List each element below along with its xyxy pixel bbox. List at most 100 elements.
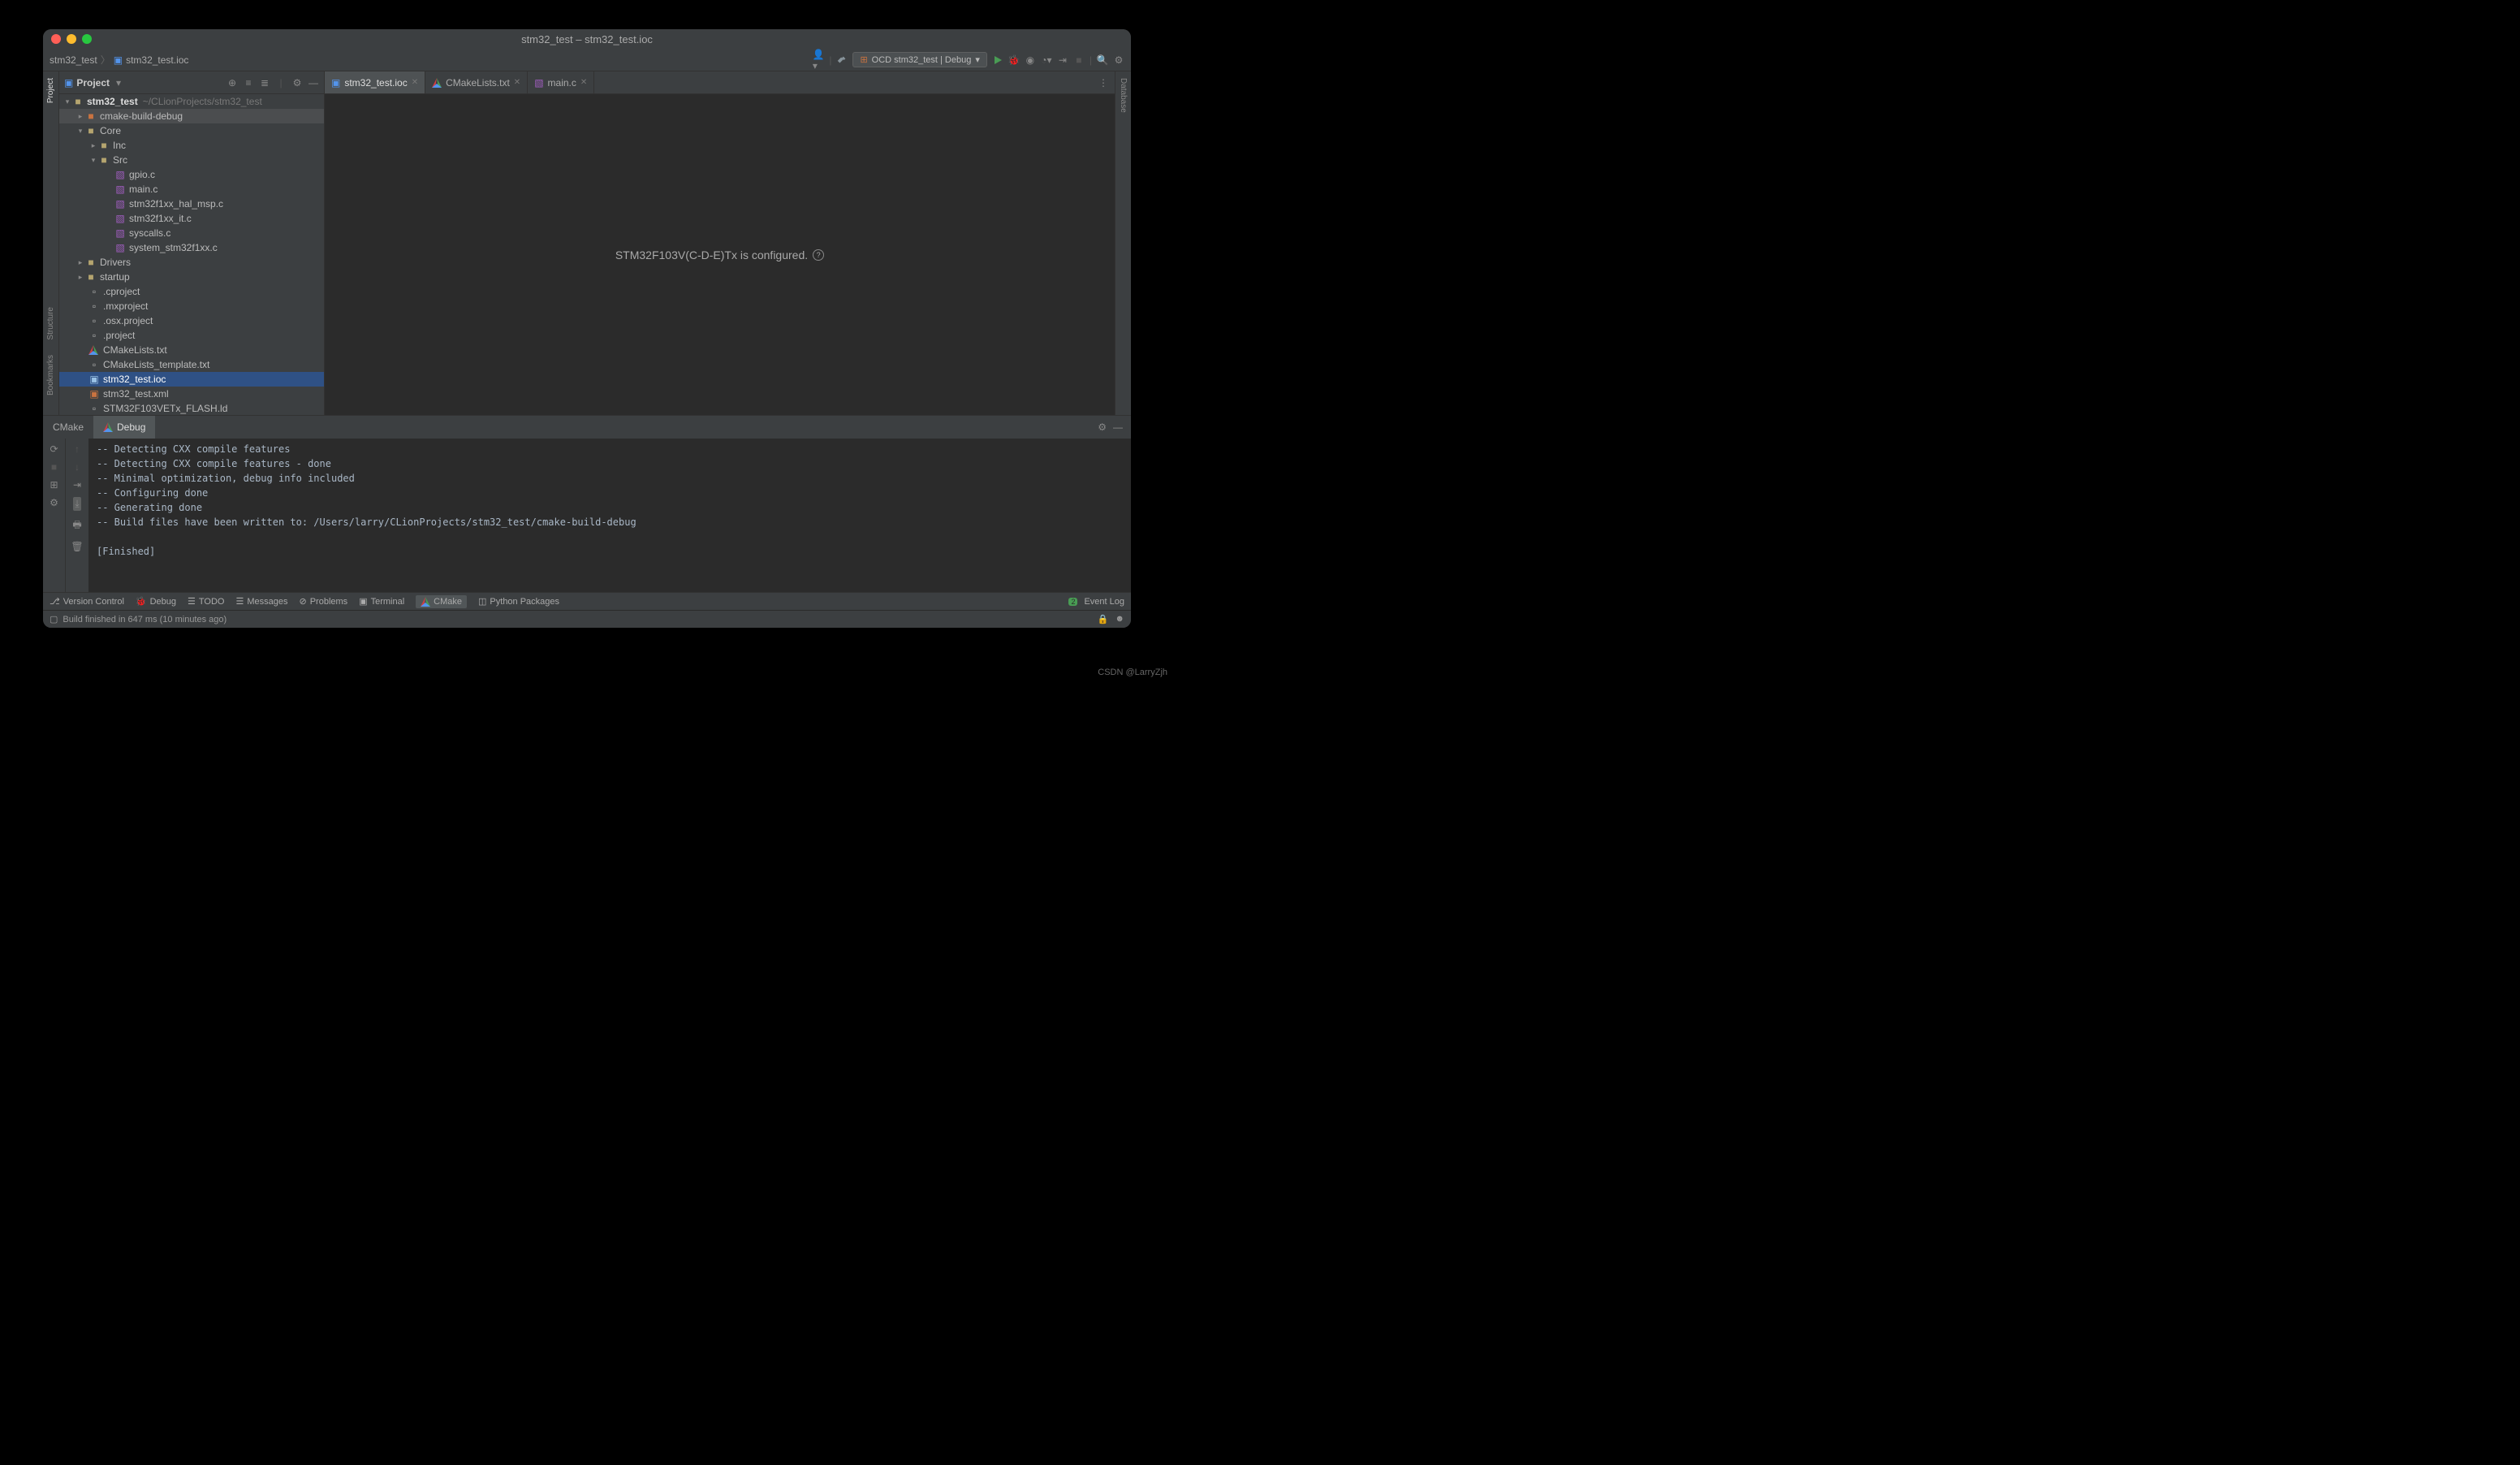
tree-item-it-c[interactable]: ▧stm32f1xx_it.c (59, 211, 324, 226)
problems-tool-button[interactable]: ⊘Problems (300, 596, 348, 607)
search-everywhere-button[interactable]: 🔍 (1097, 54, 1108, 66)
tabs-menu-button[interactable]: ⋮ (1092, 71, 1115, 93)
filter-button[interactable]: ⊞ (50, 479, 58, 490)
settings-button[interactable]: ⚙ (1113, 54, 1124, 66)
help-icon[interactable]: ? (813, 249, 824, 261)
stop-button[interactable]: ■ (51, 461, 57, 473)
tab-stm32-ioc[interactable]: ▣ stm32_test.ioc ✕ (325, 71, 425, 93)
console-output[interactable]: -- Detecting CXX compile features -- Det… (88, 439, 1131, 592)
debug-button[interactable]: 🐞 (1008, 54, 1020, 66)
up-button[interactable]: ↑ (75, 443, 80, 455)
tree-item-cmakelists[interactable]: CMakeLists.txt (59, 343, 324, 357)
close-tab-button[interactable]: ✕ (580, 78, 587, 87)
status-icon[interactable]: ▢ (50, 614, 58, 624)
build-button[interactable] (836, 54, 848, 66)
c-file-icon: ▧ (114, 169, 126, 180)
run-button[interactable] (992, 54, 1003, 66)
chevron-down-icon[interactable]: ▾ (76, 127, 85, 136)
tree-label: stm32_test.ioc (103, 374, 166, 385)
tree-item-hal-msp[interactable]: ▧stm32f1xx_hal_msp.c (59, 197, 324, 211)
event-log-tool-button[interactable]: Event Log (1084, 597, 1124, 607)
structure-tool-button[interactable]: Structure (46, 304, 55, 344)
coverage-button[interactable]: ◉ (1025, 54, 1036, 66)
chevron-right-icon[interactable]: ▸ (76, 112, 85, 121)
tree-item-system[interactable]: ▧system_stm32f1xx.c (59, 240, 324, 255)
select-opened-file-button[interactable]: ⊕ (227, 77, 238, 89)
print-button[interactable]: 🖶 (72, 517, 81, 534)
project-panel: ▣ Project ▾ ⊕ ≡ ≣ | ⚙ — ▾ ■ stm32_test (59, 71, 325, 415)
vcs-tool-button[interactable]: ⎇Version Control (50, 596, 124, 607)
python-packages-tool-button[interactable]: ◫Python Packages (478, 596, 559, 607)
profile-button[interactable]: ◔▾ (1041, 54, 1052, 66)
rerun-button[interactable]: ⟳ (50, 443, 58, 455)
close-tab-button[interactable]: ✕ (412, 78, 418, 87)
terminal-tool-button[interactable]: ▣Terminal (359, 596, 404, 607)
tree-item-startup[interactable]: ▸■startup (59, 270, 324, 284)
run-config-selector[interactable]: ⊞ OCD stm32_test | Debug ▾ (852, 52, 986, 67)
panel-settings-button[interactable]: ⚙ (1098, 421, 1107, 433)
settings-button[interactable]: ⚙ (50, 497, 58, 508)
project-settings-button[interactable]: ⚙ (291, 77, 303, 89)
tree-item-ioc[interactable]: ▣stm32_test.ioc (59, 372, 324, 387)
tree-item-xml[interactable]: ▣stm32_test.xml (59, 387, 324, 401)
tree-item-mxproject[interactable]: ▫.mxproject (59, 299, 324, 313)
tree-item-flash-ld[interactable]: ▫STM32F103VETx_FLASH.ld (59, 401, 324, 415)
soft-wrap-button[interactable]: ⇥ (73, 479, 81, 490)
tw-label: Debug (150, 597, 176, 607)
hide-panel-button[interactable]: — (1113, 421, 1123, 433)
project-tool-button[interactable]: Project (46, 75, 55, 106)
tree-item-cmakelists-tpl[interactable]: ▫CMakeLists_template.txt (59, 357, 324, 372)
clear-button[interactable]: 🗑 (71, 541, 83, 552)
editor-area: ▣ stm32_test.ioc ✕ CMakeLists.txt ✕ ▧ ma… (325, 71, 1115, 415)
collapse-all-button[interactable]: ≣ (259, 77, 270, 89)
messages-tool-button[interactable]: ☰Messages (235, 596, 287, 607)
tree-item-core[interactable]: ▾ ■ Core (59, 123, 324, 138)
tree-item-cproject[interactable]: ▫.cproject (59, 284, 324, 299)
tree-item-syscalls[interactable]: ▧syscalls.c (59, 226, 324, 240)
breadcrumb[interactable]: stm32_test 〉 ▣ stm32_test.ioc (50, 53, 188, 67)
stop-button[interactable]: ■ (1073, 54, 1085, 66)
close-window-button[interactable] (51, 34, 61, 44)
minimize-panel-button[interactable]: — (308, 77, 319, 89)
chevron-down-icon[interactable]: ▾ (63, 97, 72, 106)
tree-item-drivers[interactable]: ▸■Drivers (59, 255, 324, 270)
tree-item-src[interactable]: ▾ ■ Src (59, 153, 324, 167)
close-tab-button[interactable]: ✕ (514, 78, 520, 87)
chevron-right-icon[interactable]: ▸ (76, 273, 85, 282)
tab-cmakelists[interactable]: CMakeLists.txt ✕ (425, 71, 528, 93)
project-tree[interactable]: ▾ ■ stm32_test ~/CLionProjects/stm32_tes… (59, 94, 324, 415)
tool-windows-bar: ⎇Version Control 🐞Debug ☰TODO ☰Messages … (43, 592, 1131, 610)
tree-item-inc[interactable]: ▸ ■ Inc (59, 138, 324, 153)
debug-output-tab[interactable]: Debug (93, 416, 155, 439)
scroll-to-end-button[interactable]: ⤓ (73, 497, 80, 511)
chevron-down-icon[interactable]: ▾ (88, 156, 98, 165)
tree-item-main-c[interactable]: ▧main.c (59, 182, 324, 197)
expand-all-button[interactable]: ≡ (243, 77, 254, 89)
project-panel-title[interactable]: Project (76, 77, 110, 89)
code-with-me-icon[interactable]: 👤▾ (813, 54, 824, 66)
chevron-right-icon[interactable]: ▸ (88, 141, 98, 150)
debug-tool-button[interactable]: 🐞Debug (136, 596, 176, 607)
chevron-down-icon[interactable]: ▾ (116, 77, 121, 89)
lock-icon[interactable]: 🔒 (1098, 614, 1109, 624)
tree-root[interactable]: ▾ ■ stm32_test ~/CLionProjects/stm32_tes… (59, 94, 324, 109)
attach-button[interactable]: ⇥ (1057, 54, 1068, 66)
tab-main-c[interactable]: ▧ main.c ✕ (528, 71, 594, 93)
tree-item-gpio-c[interactable]: ▧gpio.c (59, 167, 324, 182)
tree-item-project[interactable]: ▫.project (59, 328, 324, 343)
bookmarks-tool-button[interactable]: Bookmarks (46, 352, 55, 399)
down-button[interactable]: ↓ (75, 461, 80, 473)
zoom-window-button[interactable] (82, 34, 92, 44)
chevron-right-icon[interactable]: ▸ (76, 258, 85, 267)
tree-item-osx-project[interactable]: ▫.osx.project (59, 313, 324, 328)
inspection-icon[interactable]: ☻ (1115, 614, 1124, 624)
cmake-output-tab[interactable]: CMake (43, 416, 93, 439)
database-tool-button[interactable]: Database (1119, 75, 1128, 116)
tree-item-cmake-build-debug[interactable]: ▸ ■ cmake-build-debug (59, 109, 324, 123)
cmake-tool-button[interactable]: CMake (416, 595, 467, 608)
minimize-window-button[interactable] (67, 34, 76, 44)
tab-label: CMakeLists.txt (446, 77, 510, 89)
todo-tool-button[interactable]: ☰TODO (188, 596, 224, 607)
breadcrumb-project[interactable]: stm32_test (50, 54, 97, 66)
breadcrumb-file[interactable]: stm32_test.ioc (126, 54, 188, 66)
